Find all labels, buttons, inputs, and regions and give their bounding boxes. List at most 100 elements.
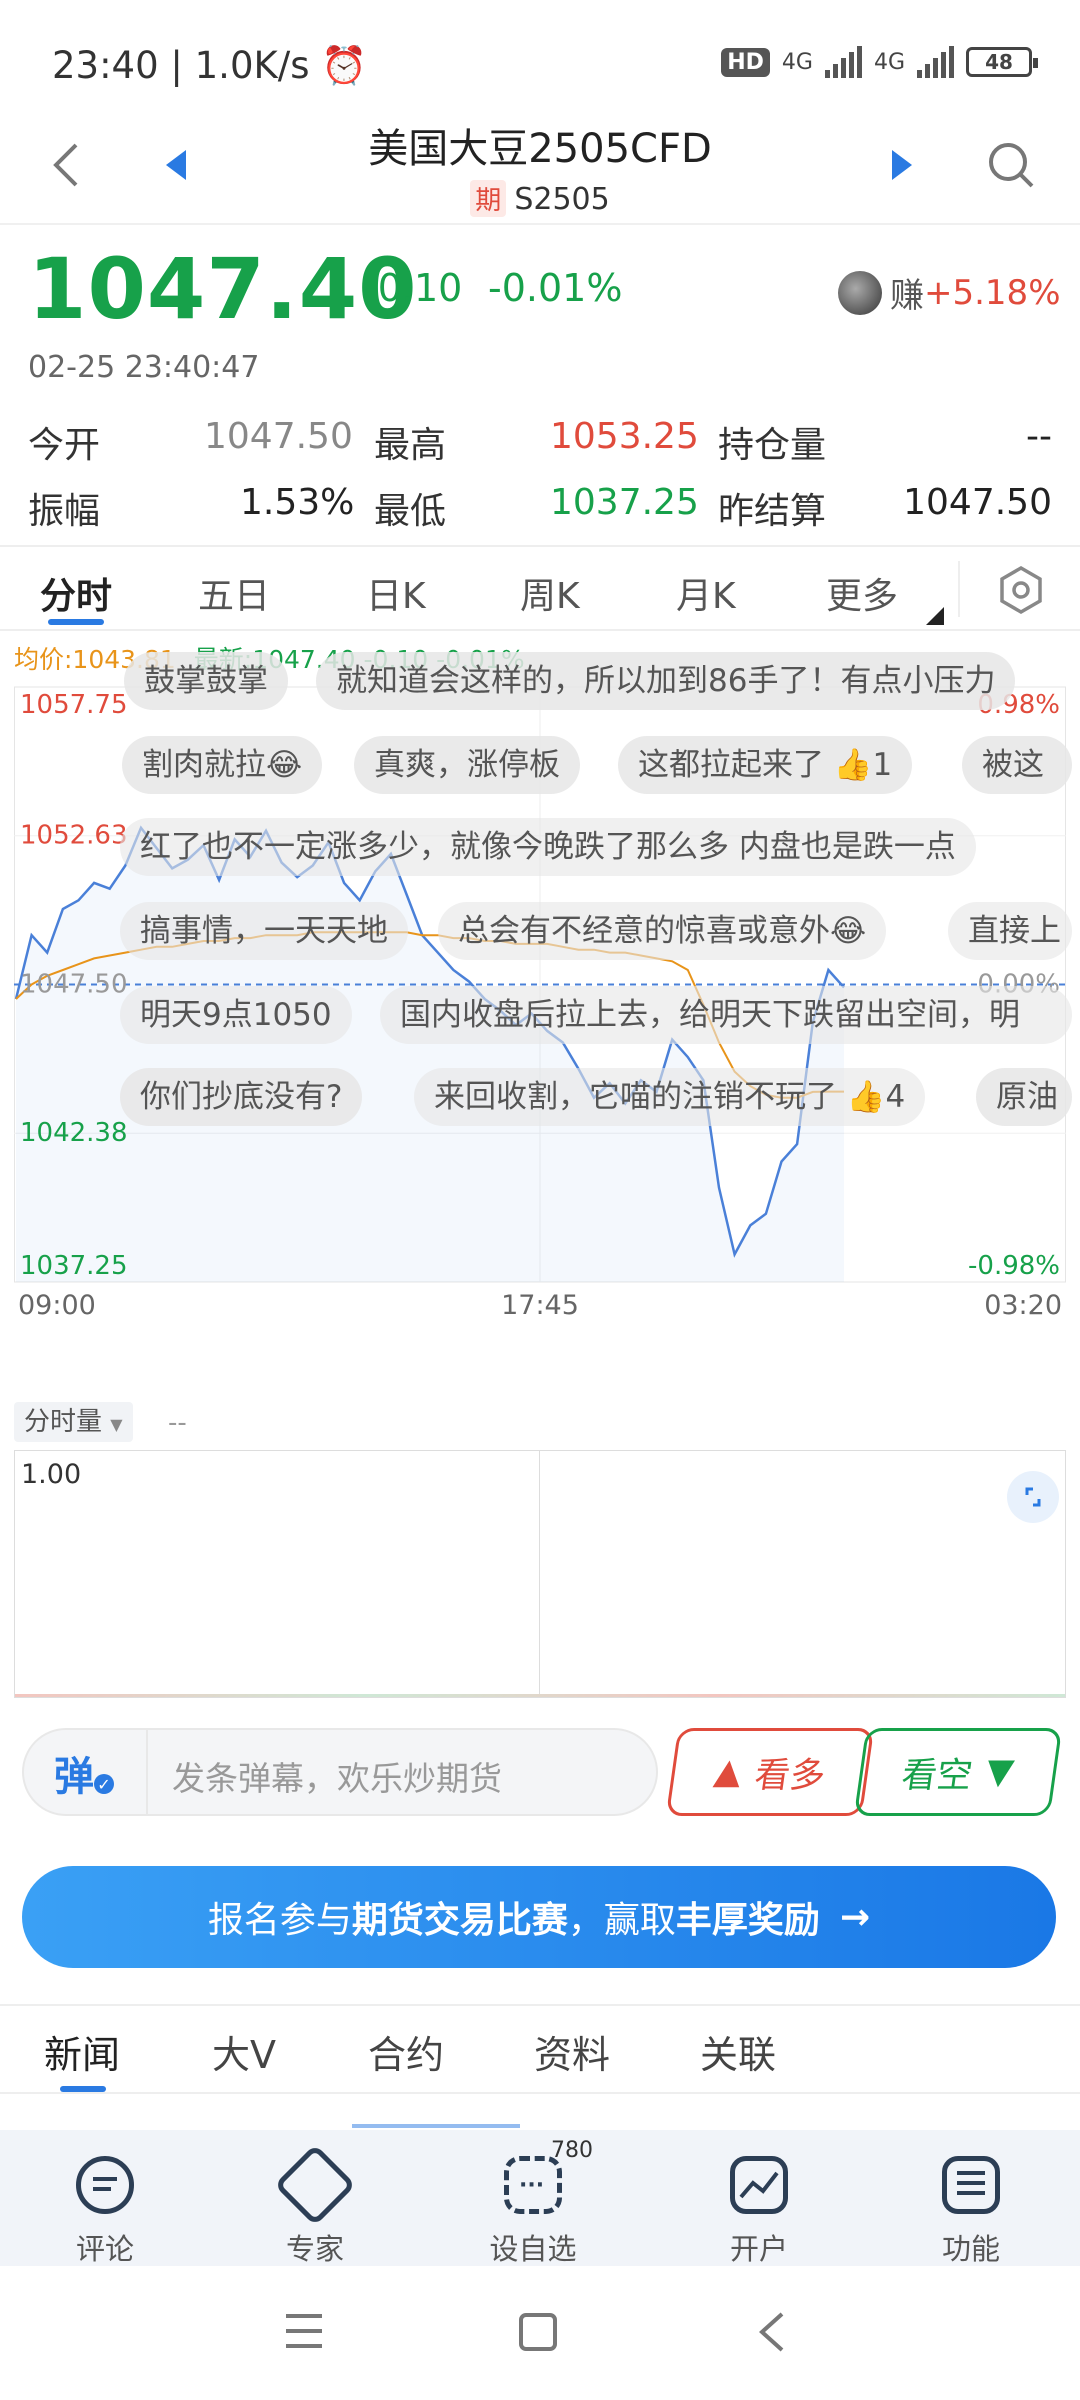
open-account-button[interactable]: 开户	[689, 2142, 829, 2268]
futures-badge: 期	[470, 180, 507, 217]
next-contract-icon[interactable]	[888, 148, 914, 182]
tab-news[interactable]: 新闻	[44, 2024, 120, 2079]
favorite-count-badge: 780	[551, 2138, 593, 2163]
danmu-item[interactable]: 直接上	[948, 902, 1072, 960]
settle-label: 昨结算	[718, 491, 827, 532]
bottom-nav: 评论 专家 ··· 设自选 780 开户 功能	[0, 2124, 1080, 2268]
system-nav-bar	[0, 2266, 1080, 2400]
tab-related[interactable]: 关联	[700, 2024, 776, 2079]
tab-five-day[interactable]: 五日	[198, 567, 270, 619]
danmu-toggle-icon[interactable]: 弹 ✓	[24, 1738, 144, 1808]
volume-selector[interactable]: 分时量 ▼	[14, 1402, 133, 1442]
high-label: 最高	[374, 425, 447, 466]
competition-banner[interactable]: 报名参与 期货交易比赛 ，赢取 丰厚奖励 →	[22, 1866, 1056, 1968]
contract-code: 期 S2505	[0, 180, 1080, 217]
status-time: 23:40 | 1.0K/s ⏰	[52, 44, 368, 87]
quote-timestamp: 02-25 23:40:47	[28, 350, 260, 385]
arrow-right-icon: →	[839, 1896, 871, 1938]
oi-value: --	[1026, 416, 1052, 457]
net-label-2: 4G	[873, 49, 905, 75]
tab-contract[interactable]: 合约	[368, 2024, 444, 2079]
function-button[interactable]: 功能	[901, 2142, 1041, 2268]
signal-icon	[824, 46, 862, 78]
tab-weekly-k[interactable]: 周K	[520, 567, 580, 619]
hd-icon: HD	[721, 47, 770, 77]
danmu-item[interactable]: 真爽，涨停板	[354, 736, 580, 794]
tab-daily-k[interactable]: 日K	[366, 567, 426, 619]
danmu-item[interactable]: 来回收割，它喵的注销不玩了 👍4	[414, 1068, 926, 1126]
earn-entry[interactable]: 赚+5.18% ›	[838, 268, 1080, 317]
low-label: 最低	[374, 491, 447, 532]
volume-tick: 1.00	[21, 1459, 82, 1490]
tab-profile[interactable]: 资料	[534, 2024, 610, 2079]
open-account-icon	[730, 2156, 788, 2214]
add-favorite-icon: ···	[504, 2156, 562, 2214]
news-tab-underline	[60, 2086, 106, 2092]
tab-bigv[interactable]: 大V	[212, 2024, 276, 2079]
page-title: 美国大豆2505CFD	[368, 126, 712, 172]
y-tick-label-right: -0.98%	[968, 1251, 1060, 1281]
battery-icon: 48	[966, 47, 1038, 77]
danmu-item[interactable]: 搞事情，一天天地	[120, 902, 408, 960]
oi-label: 持仓量	[718, 425, 827, 466]
open-label: 今开	[28, 425, 101, 466]
x-tick-label: 17:45	[501, 1290, 579, 1321]
add-favorite-button[interactable]: ··· 设自选 780	[463, 2138, 603, 2268]
triangle-down-icon: ▼	[983, 1752, 1017, 1792]
alarm-icon: ⏰	[321, 44, 368, 87]
price-change: -0.10	[364, 266, 463, 310]
danmu-item[interactable]: 被这	[962, 736, 1072, 794]
expert-button[interactable]: 专家	[245, 2142, 385, 2268]
stats-grid: 今开 1047.50 最高 1053.25 持仓量 -- 振幅 1.53% 最低…	[28, 416, 1052, 546]
caret-down-icon: ▼	[110, 1415, 123, 1434]
danmu-item[interactable]: 总会有不经意的惊喜或意外😂	[438, 902, 887, 960]
comment-button[interactable]: 评论	[35, 2142, 175, 2268]
comment-icon	[76, 2156, 134, 2214]
tab-intraday[interactable]: 分时	[40, 567, 112, 619]
bearish-button[interactable]: 看空 ▼	[853, 1728, 1063, 1816]
y-tick-label: 1042.38	[20, 1118, 128, 1148]
thumb-up-icon: 👍	[833, 747, 873, 783]
bullish-button[interactable]: ▲ 看多	[665, 1728, 875, 1816]
prev-contract-icon[interactable]	[164, 148, 190, 182]
danmu-item[interactable]: 就知道会这样的，所以加到86手了！有点小压力	[316, 652, 1016, 710]
tab-more[interactable]: 更多	[826, 567, 898, 619]
volume-extra: --	[168, 1408, 187, 1438]
price-change-pct: -0.01%	[488, 266, 623, 310]
last-price: 1047.40	[28, 240, 418, 338]
triangle-up-icon: ▲	[711, 1752, 745, 1792]
high-value: 1053.25	[550, 416, 699, 457]
price-area	[16, 827, 844, 1282]
search-icon[interactable]	[986, 140, 1036, 192]
tab-monthly-k[interactable]: 月K	[676, 567, 736, 619]
home-icon[interactable]	[518, 2312, 558, 2352]
danmu-input[interactable]: 发条弹幕，欢乐炒期货	[172, 1752, 502, 1800]
net-label-1: 4G	[781, 49, 813, 75]
thumb-up-icon: 👍	[846, 1079, 886, 1115]
x-tick-label: 09:00	[18, 1290, 96, 1321]
chart-tabs: 分时 五日 日K 周K 月K 更多	[0, 545, 1080, 631]
expand-icon[interactable]	[1007, 1471, 1059, 1523]
y-tick-label: 1037.25	[20, 1251, 128, 1281]
back-icon[interactable]	[46, 140, 86, 190]
open-value: 1047.50	[204, 416, 353, 457]
tab-underline	[48, 619, 104, 625]
volume-chart: 1.00	[14, 1450, 1066, 1698]
danmu-item[interactable]: 红了也不一定涨多少，就像今晚跌了那么多 内盘也是跌一点	[120, 818, 976, 876]
danmu-item[interactable]: 割肉就拉😂	[122, 736, 323, 794]
menu-icon	[942, 2156, 1000, 2214]
danmu-item[interactable]: 鼓掌鼓掌	[124, 652, 288, 710]
x-tick-label: 03:20	[984, 1290, 1062, 1321]
danmu-item[interactable]: 这都拉起来了 👍1	[618, 736, 913, 794]
low-value: 1037.25	[550, 482, 699, 523]
more-corner-icon	[926, 607, 944, 625]
danmu-item[interactable]: 原油	[976, 1068, 1072, 1126]
danmu-item[interactable]: 明天9点1050	[120, 986, 352, 1044]
recent-apps-icon[interactable]	[284, 2312, 324, 2350]
settle-value: 1047.50	[903, 482, 1052, 523]
danmu-item[interactable]: 国内收盘后拉上去，给明天下跌留出空间，明	[380, 986, 1072, 1044]
back-nav-icon[interactable]	[756, 2310, 788, 2354]
amp-value: 1.53%	[240, 482, 355, 523]
danmu-item[interactable]: 你们抄底没有?	[120, 1068, 363, 1126]
chart-settings-icon[interactable]	[998, 565, 1044, 615]
